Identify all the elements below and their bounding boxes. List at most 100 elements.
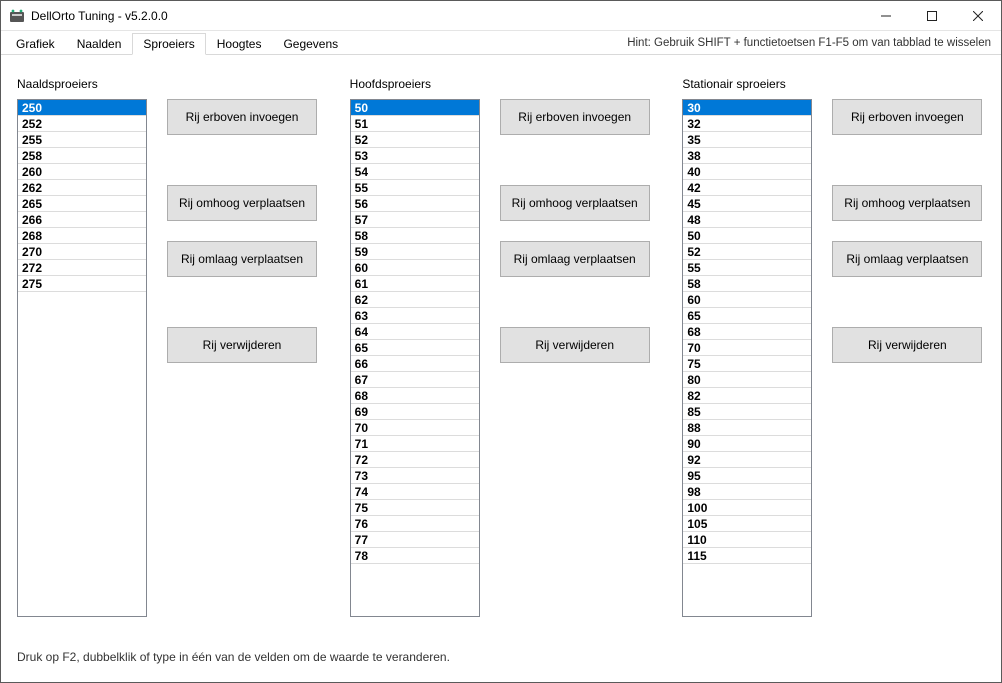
- list-item[interactable]: 51: [351, 116, 479, 132]
- list-item[interactable]: 52: [351, 132, 479, 148]
- list-item[interactable]: 69: [351, 404, 479, 420]
- list-item[interactable]: 56: [351, 196, 479, 212]
- list-item[interactable]: 58: [351, 228, 479, 244]
- list-item[interactable]: 255: [18, 132, 146, 148]
- list-item[interactable]: 88: [683, 420, 811, 436]
- tab-gegevens[interactable]: Gegevens: [272, 33, 349, 55]
- delete-row-button[interactable]: Rij verwijderen: [832, 327, 982, 363]
- list-item[interactable]: 266: [18, 212, 146, 228]
- list-item[interactable]: 115: [683, 548, 811, 564]
- move-up-button[interactable]: Rij omhoog verplaatsen: [832, 185, 982, 221]
- list-item[interactable]: 268: [18, 228, 146, 244]
- list-item[interactable]: 272: [18, 260, 146, 276]
- list-item[interactable]: 64: [351, 324, 479, 340]
- list-item[interactable]: 63: [351, 308, 479, 324]
- list-item[interactable]: 65: [683, 308, 811, 324]
- list-item[interactable]: 80: [683, 372, 811, 388]
- tab-grafiek[interactable]: Grafiek: [5, 33, 66, 55]
- list-item[interactable]: 78: [351, 548, 479, 564]
- list-item[interactable]: 52: [683, 244, 811, 260]
- list-item[interactable]: 92: [683, 452, 811, 468]
- list-item[interactable]: 260: [18, 164, 146, 180]
- listbox-stationair-sproeiers[interactable]: 3032353840424548505255586065687075808285…: [682, 99, 812, 617]
- move-down-button[interactable]: Rij omlaag verplaatsen: [167, 241, 317, 277]
- delete-row-button[interactable]: Rij verwijderen: [167, 327, 317, 363]
- list-item[interactable]: 42: [683, 180, 811, 196]
- column-body: 5051525354555657585960616263646566676869…: [350, 99, 653, 636]
- list-item[interactable]: 252: [18, 116, 146, 132]
- list-item[interactable]: 73: [351, 468, 479, 484]
- list-item[interactable]: 85: [683, 404, 811, 420]
- list-item[interactable]: 55: [351, 180, 479, 196]
- tab-hoogtes[interactable]: Hoogtes: [206, 33, 273, 55]
- list-item[interactable]: 58: [683, 276, 811, 292]
- list-item[interactable]: 50: [683, 228, 811, 244]
- hint-text: Hint: Gebruik SHIFT + functietoetsen F1-…: [627, 37, 997, 49]
- list-item[interactable]: 76: [351, 516, 479, 532]
- list-item[interactable]: 66: [351, 356, 479, 372]
- insert-above-button[interactable]: Rij erboven invoegen: [167, 99, 317, 135]
- list-item[interactable]: 53: [351, 148, 479, 164]
- minimize-button[interactable]: [863, 1, 909, 30]
- list-item[interactable]: 74: [351, 484, 479, 500]
- listbox-naaldsproeiers[interactable]: 250252255258260262265266268270272275: [17, 99, 147, 617]
- list-item[interactable]: 62: [351, 292, 479, 308]
- delete-row-button[interactable]: Rij verwijderen: [500, 327, 650, 363]
- list-item[interactable]: 105: [683, 516, 811, 532]
- list-item[interactable]: 250: [18, 100, 146, 116]
- list-item[interactable]: 82: [683, 388, 811, 404]
- list-item[interactable]: 75: [683, 356, 811, 372]
- list-item[interactable]: 30: [683, 100, 811, 116]
- list-item[interactable]: 75: [351, 500, 479, 516]
- tab-sproeiers[interactable]: Sproeiers: [132, 33, 205, 55]
- close-button[interactable]: [955, 1, 1001, 30]
- list-item[interactable]: 110: [683, 532, 811, 548]
- list-item[interactable]: 59: [351, 244, 479, 260]
- footer-text: Druk op F2, dubbelklik of type in één va…: [1, 636, 1001, 682]
- maximize-button[interactable]: [909, 1, 955, 30]
- list-item[interactable]: 67: [351, 372, 479, 388]
- insert-above-button[interactable]: Rij erboven invoegen: [832, 99, 982, 135]
- move-up-button[interactable]: Rij omhoog verplaatsen: [167, 185, 317, 221]
- insert-above-button[interactable]: Rij erboven invoegen: [500, 99, 650, 135]
- list-item[interactable]: 65: [351, 340, 479, 356]
- listbox-hoofdsproeiers[interactable]: 5051525354555657585960616263646566676869…: [350, 99, 480, 617]
- list-item[interactable]: 72: [351, 452, 479, 468]
- list-item[interactable]: 98: [683, 484, 811, 500]
- list-item[interactable]: 61: [351, 276, 479, 292]
- list-item[interactable]: 40: [683, 164, 811, 180]
- list-item[interactable]: 55: [683, 260, 811, 276]
- list-item[interactable]: 50: [351, 100, 479, 116]
- content-area: Naaldsproeiers25025225525826026226526626…: [1, 55, 1001, 636]
- list-item[interactable]: 68: [683, 324, 811, 340]
- list-item[interactable]: 262: [18, 180, 146, 196]
- column-hoofdsproeiers: Hoofdsproeiers50515253545556575859606162…: [350, 77, 653, 636]
- list-item[interactable]: 100: [683, 500, 811, 516]
- list-item[interactable]: 258: [18, 148, 146, 164]
- list-item[interactable]: 70: [683, 340, 811, 356]
- list-item[interactable]: 38: [683, 148, 811, 164]
- list-item[interactable]: 71: [351, 436, 479, 452]
- list-item[interactable]: 77: [351, 532, 479, 548]
- list-item[interactable]: 48: [683, 212, 811, 228]
- list-item[interactable]: 60: [351, 260, 479, 276]
- list-item[interactable]: 32: [683, 116, 811, 132]
- list-item[interactable]: 45: [683, 196, 811, 212]
- list-item[interactable]: 54: [351, 164, 479, 180]
- list-item[interactable]: 70: [351, 420, 479, 436]
- move-down-button[interactable]: Rij omlaag verplaatsen: [500, 241, 650, 277]
- list-item[interactable]: 90: [683, 436, 811, 452]
- list-item[interactable]: 68: [351, 388, 479, 404]
- list-item[interactable]: 35: [683, 132, 811, 148]
- list-item[interactable]: 275: [18, 276, 146, 292]
- list-item[interactable]: 270: [18, 244, 146, 260]
- list-item[interactable]: 60: [683, 292, 811, 308]
- move-up-button[interactable]: Rij omhoog verplaatsen: [500, 185, 650, 221]
- list-item[interactable]: 265: [18, 196, 146, 212]
- list-item[interactable]: 95: [683, 468, 811, 484]
- button-stack: Rij erboven invoegen Rij omhoog verplaats…: [832, 99, 982, 636]
- tab-naalden[interactable]: Naalden: [66, 33, 133, 55]
- list-item[interactable]: 57: [351, 212, 479, 228]
- button-stack: Rij erboven invoegen Rij omhoog verplaats…: [167, 99, 317, 636]
- move-down-button[interactable]: Rij omlaag verplaatsen: [832, 241, 982, 277]
